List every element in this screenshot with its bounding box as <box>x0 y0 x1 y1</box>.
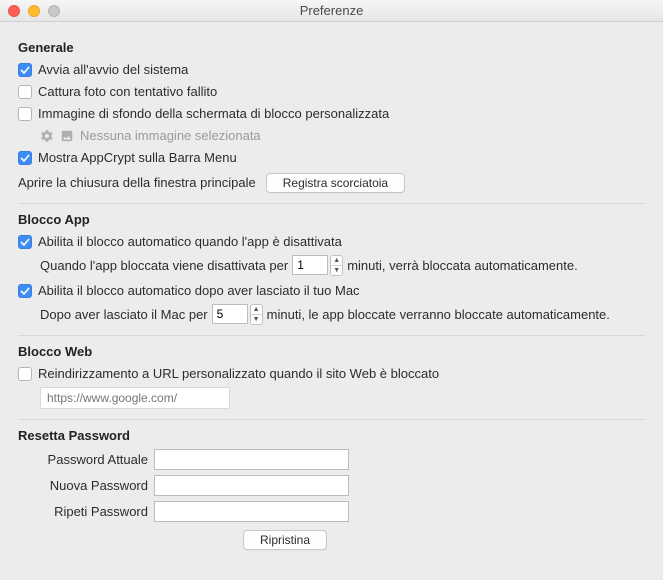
stepper-down-icon[interactable]: ▼ <box>251 315 262 325</box>
label-show-menubar: Mostra AppCrypt sulla Barra Menu <box>38 149 237 167</box>
disabled-minutes-input[interactable] <box>292 255 328 275</box>
label-auto-block-after-leave: Abilita il blocco automatico dopo aver l… <box>38 282 360 300</box>
checkbox-capture-photo[interactable] <box>18 85 32 99</box>
close-icon[interactable] <box>8 5 20 17</box>
minimize-icon[interactable] <box>28 5 40 17</box>
divider <box>18 335 645 336</box>
stepper-up-icon[interactable]: ▲ <box>331 256 342 266</box>
after-leave-prefix: Dopo aver lasciato il Mac per <box>40 306 208 324</box>
label-custom-redirect: Reindirizzamento a URL personalizzato qu… <box>38 365 439 383</box>
divider <box>18 419 645 420</box>
stepper-up-icon[interactable]: ▲ <box>251 305 262 315</box>
disabled-suffix: minuti, verrà bloccata automaticamente. <box>347 257 578 275</box>
redirect-url-input <box>40 387 230 409</box>
label-capture-photo: Cattura foto con tentativo fallito <box>38 83 217 101</box>
new-password-label: Nuova Password <box>18 478 148 493</box>
register-shortcut-button[interactable]: Registra scorciatoia <box>266 173 405 193</box>
new-password-input[interactable] <box>154 475 349 496</box>
zoom-icon <box>48 5 60 17</box>
label-auto-block-disabled: Abilita il blocco automatico quando l'ap… <box>38 233 342 251</box>
after-leave-minutes-input[interactable] <box>212 304 248 324</box>
checkbox-custom-lock-image[interactable] <box>18 107 32 121</box>
window-title: Preferenze <box>300 3 364 18</box>
stepper-down-icon[interactable]: ▼ <box>331 266 342 276</box>
section-heading-reset-password: Resetta Password <box>18 428 645 443</box>
after-leave-minutes-stepper[interactable]: ▲ ▼ <box>212 304 263 325</box>
label-launch-at-startup: Avvia all'avvio del sistema <box>38 61 188 79</box>
image-icon <box>60 129 74 143</box>
divider <box>18 203 645 204</box>
checkbox-auto-block-after-leave[interactable] <box>18 284 32 298</box>
no-image-selected-text: Nessuna immagine selezionata <box>80 127 261 145</box>
reset-password-button[interactable]: Ripristina <box>243 530 327 550</box>
section-heading-app-block: Blocco App <box>18 212 645 227</box>
checkbox-auto-block-disabled[interactable] <box>18 235 32 249</box>
traffic-lights <box>8 5 60 17</box>
repeat-password-input[interactable] <box>154 501 349 522</box>
gear-icon <box>40 129 54 143</box>
checkbox-launch-at-startup[interactable] <box>18 63 32 77</box>
current-password-label: Password Attuale <box>18 452 148 467</box>
checkbox-custom-redirect[interactable] <box>18 367 32 381</box>
section-heading-general: Generale <box>18 40 645 55</box>
open-on-close-label: Aprire la chiusura della finestra princi… <box>18 174 256 192</box>
titlebar: Preferenze <box>0 0 663 22</box>
checkbox-show-menubar[interactable] <box>18 151 32 165</box>
section-heading-web-block: Blocco Web <box>18 344 645 359</box>
after-leave-suffix: minuti, le app bloccate verranno bloccat… <box>267 306 610 324</box>
disabled-prefix: Quando l'app bloccata viene disattivata … <box>40 257 288 275</box>
current-password-input[interactable] <box>154 449 349 470</box>
repeat-password-label: Ripeti Password <box>18 504 148 519</box>
disabled-minutes-stepper[interactable]: ▲ ▼ <box>292 255 343 276</box>
label-custom-lock-image: Immagine di sfondo della schermata di bl… <box>38 105 389 123</box>
